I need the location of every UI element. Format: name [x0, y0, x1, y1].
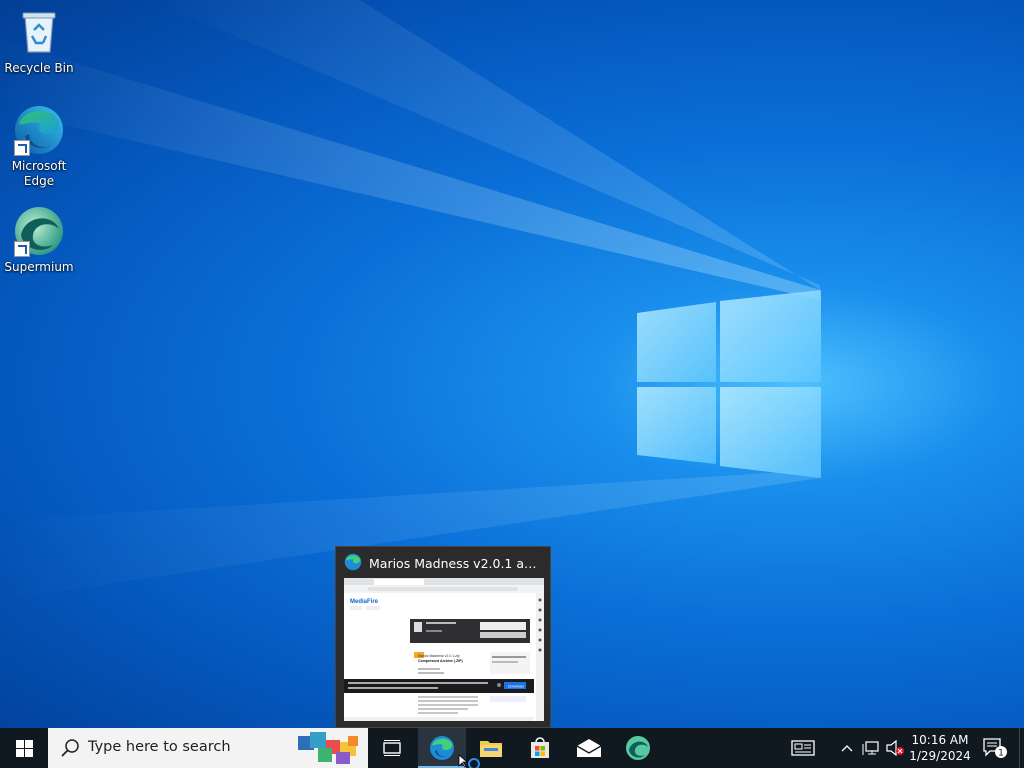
- volume-button[interactable]: [884, 728, 906, 768]
- action-center-button[interactable]: 1: [976, 728, 1014, 768]
- mediafire-logo: MediaFire: [350, 599, 379, 605]
- desktop-icon-microsoft-edge[interactable]: Microsoft Edge: [1, 104, 77, 189]
- start-button[interactable]: [0, 728, 48, 768]
- clock-date: 1/29/2024: [909, 749, 971, 763]
- thumb-file-name: Marios Madness v2.0.1.zip: [418, 654, 460, 658]
- taskbar-app-microsoft-store[interactable]: [516, 728, 564, 768]
- news-and-interests-button[interactable]: [788, 728, 818, 768]
- taskbar-app-supermium[interactable]: [614, 728, 662, 768]
- chevron-up-icon: [841, 745, 853, 752]
- search-icon: [61, 739, 79, 757]
- volume-muted-icon: [886, 740, 904, 756]
- taskbar-search-box[interactable]: Type here to search: [48, 728, 368, 768]
- windows-logo-wallpaper: [637, 290, 821, 478]
- store-icon: [531, 737, 549, 758]
- edge-icon: [430, 736, 454, 760]
- desktop-icon-label: Supermium: [4, 260, 74, 274]
- mail-icon: [576, 739, 602, 757]
- puzzle-search-highlight-icon: [298, 732, 358, 764]
- windows-start-icon: [15, 739, 33, 757]
- task-view-button[interactable]: [368, 728, 416, 768]
- network-icon: [862, 741, 879, 755]
- notification-count: 1: [998, 749, 1004, 759]
- supermium-icon: [13, 205, 65, 257]
- show-desktop-button[interactable]: [1019, 728, 1024, 768]
- notification-icon: 1: [983, 738, 1007, 759]
- preview-title-bar: Marios Madness v2.0.1 and 1 m...: [344, 553, 544, 573]
- desktop-icon-label: Recycle Bin: [4, 61, 74, 75]
- desktop-icon-supermium[interactable]: Supermium: [1, 205, 77, 275]
- recycle-bin-icon: [13, 6, 65, 58]
- edge-icon: [344, 553, 362, 573]
- taskbar: Type here to search 10:16 AM 1/29/2024 1: [0, 728, 1024, 768]
- edge-icon: [13, 104, 65, 156]
- show-hidden-icons-button[interactable]: [838, 728, 856, 768]
- desktop-icon-recycle-bin[interactable]: Recycle Bin: [1, 6, 77, 76]
- shortcut-arrow-icon: [14, 241, 30, 257]
- task-view-icon: [383, 740, 401, 756]
- supermium-icon: [626, 736, 650, 760]
- thumb-file-type: Compressed Archive (.ZIP): [418, 659, 463, 663]
- clock-time: 10:16 AM: [911, 733, 969, 747]
- busy-cursor-icon: [458, 754, 480, 768]
- desktop-icon-label: Microsoft Edge: [11, 159, 67, 188]
- network-status-button[interactable]: [860, 728, 882, 768]
- preview-thumbnail-image[interactable]: MediaFire Marios Madness v2.0.1.zip Comp…: [344, 578, 544, 721]
- preview-window-title: Marios Madness v2.0.1 and 1 m...: [369, 555, 544, 571]
- search-placeholder: Type here to search: [88, 739, 231, 755]
- news-icon: [791, 740, 815, 756]
- shortcut-arrow-icon: [14, 140, 30, 156]
- taskbar-app-mail[interactable]: [565, 728, 613, 768]
- taskbar-clock[interactable]: 10:16 AM 1/29/2024: [906, 732, 974, 764]
- thumb-download-button: Download: [508, 685, 524, 689]
- taskbar-thumbnail-preview[interactable]: Marios Madness v2.0.1 and 1 m... MediaFi…: [335, 546, 551, 728]
